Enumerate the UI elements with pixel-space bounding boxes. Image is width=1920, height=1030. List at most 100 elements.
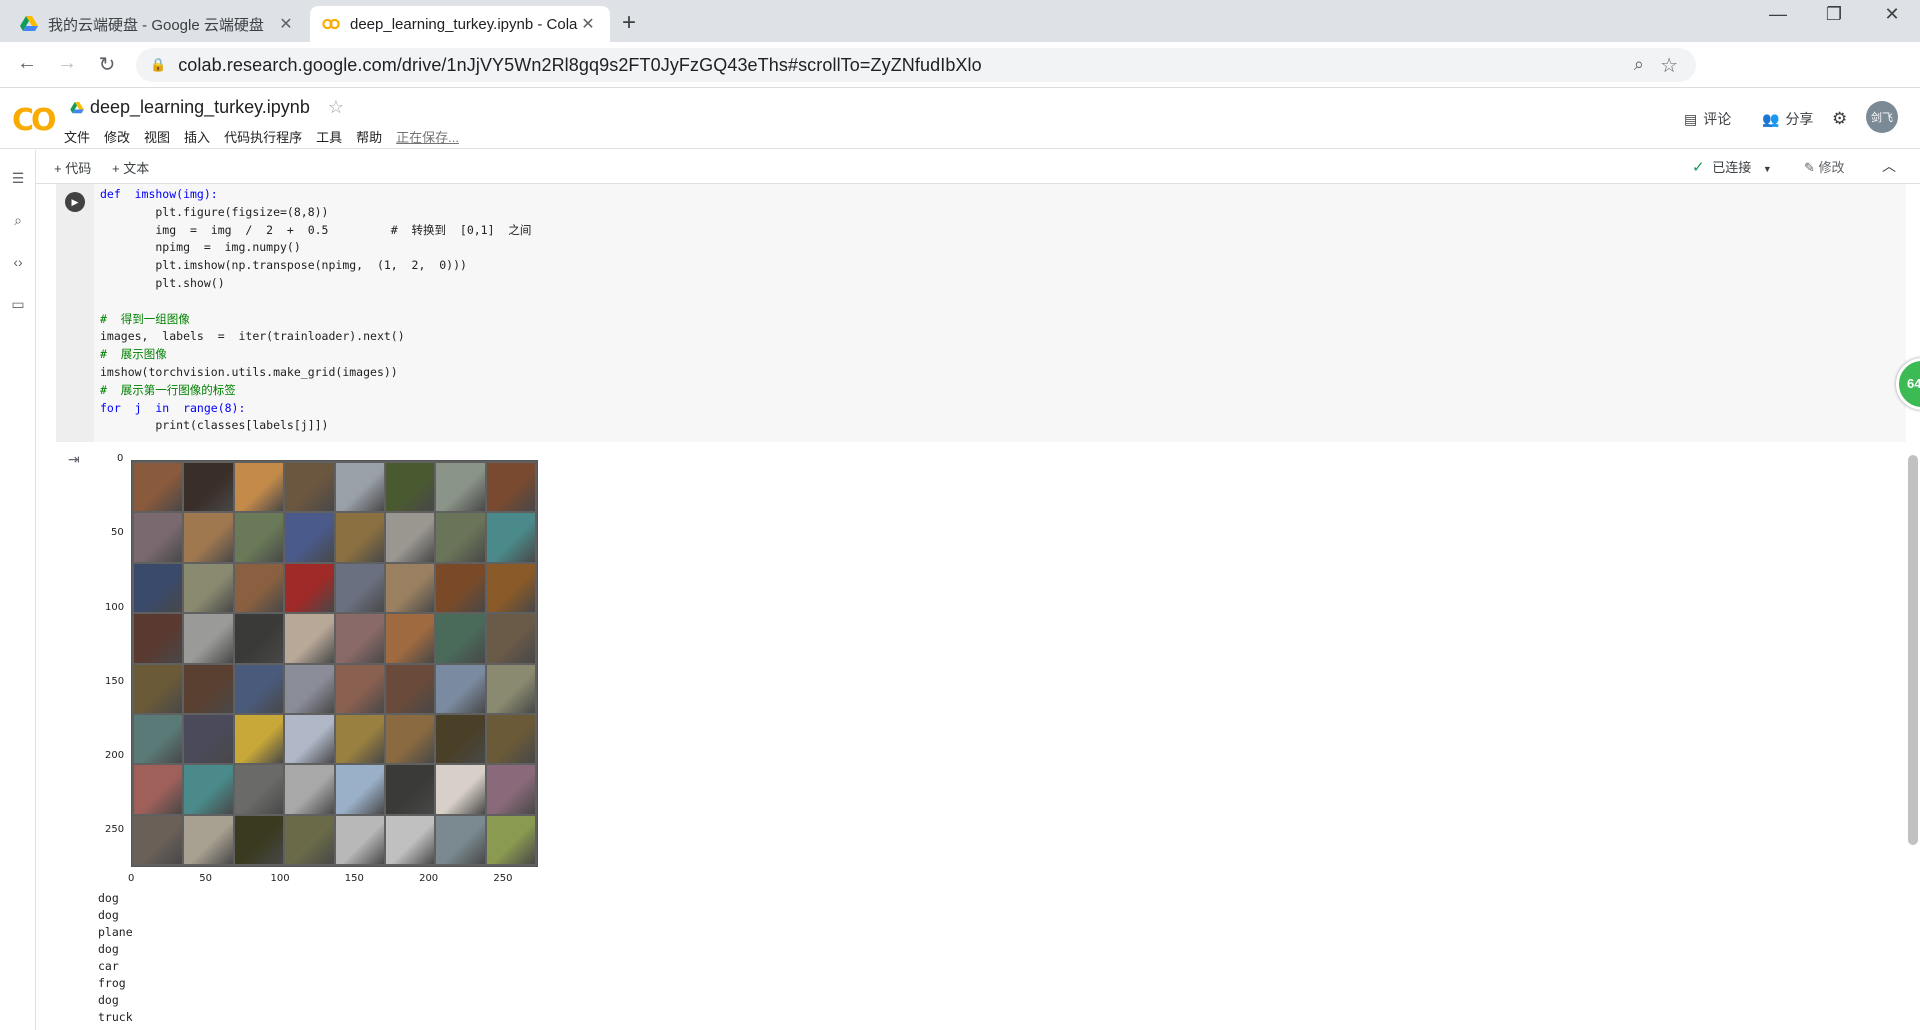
image-tile — [385, 463, 435, 512]
settings-gear-icon[interactable]: ⚙ — [1832, 109, 1847, 129]
image-tile — [184, 765, 233, 814]
x-tick-label: 0 — [128, 873, 135, 884]
image-tile — [486, 513, 535, 562]
notebook-toolbar: + 代码 + 文本 ✓ 已连接 ▼ ✎ 修改 ︿ — [0, 150, 1920, 184]
search-icon[interactable]: ⌕ — [9, 212, 27, 229]
x-tick-label: 250 — [493, 873, 513, 884]
image-tile — [285, 513, 334, 562]
comment-button[interactable]: ▤ 评论 — [1684, 109, 1731, 129]
back-icon[interactable]: ← — [14, 52, 40, 75]
google-drive-icon — [70, 101, 84, 113]
menu-insert[interactable]: 插入 — [184, 127, 210, 146]
image-tile — [486, 664, 535, 713]
colab-menubar: 文件 修改 视图 插入 代码执行程序 工具 帮助 正在保存... — [64, 127, 473, 146]
image-tile — [436, 765, 485, 814]
code-snippets-icon[interactable]: ‹› — [9, 254, 27, 270]
code-cell[interactable]: ▶ def imshow(img): plt.figure(figsize=(8… — [56, 184, 1906, 442]
window-close-icon[interactable]: ✕ — [1872, 4, 1912, 25]
image-tile — [486, 815, 535, 864]
code-line: print(classes[labels[j]]) — [100, 418, 329, 433]
browser-toolbar: ← → ↻ 🔒 colab.research.google.com/drive/… — [0, 42, 1920, 119]
add-text-button[interactable]: + 文本 — [112, 158, 149, 177]
image-tile — [134, 664, 183, 713]
image-tile — [335, 563, 384, 613]
edit-label: 修改 — [1818, 160, 1845, 175]
menu-runtime[interactable]: 代码执行程序 — [224, 127, 302, 146]
output-menu-icon[interactable]: ⇥ — [68, 451, 80, 468]
image-tile — [285, 563, 334, 613]
tab-google-drive[interactable]: 我的云端硬盘 - Google 云端硬盘 ✕ — [8, 6, 308, 42]
image-tile — [134, 563, 183, 613]
output-line: plane — [98, 925, 133, 939]
image-tile — [285, 714, 334, 764]
image-tile — [335, 714, 384, 764]
notebook-title[interactable]: deep_learning_turkey.ipynb — [90, 97, 310, 118]
x-tick-label: 100 — [270, 873, 290, 884]
new-tab-icon[interactable]: + — [622, 9, 636, 37]
reload-icon[interactable]: ↻ — [94, 52, 120, 77]
colab-logo[interactable]: CO — [12, 103, 56, 138]
output-line: dog — [98, 942, 119, 956]
close-tab-icon[interactable]: ✕ — [276, 14, 296, 34]
bookmark-star-icon[interactable]: ☆ — [1660, 53, 1678, 78]
y-tick-label: 150 — [105, 675, 125, 687]
runtime-status-button[interactable]: ✓ 已连接 ▼ — [1692, 157, 1772, 176]
image-tile — [285, 815, 334, 864]
menu-tools[interactable]: 工具 — [316, 127, 342, 146]
menu-help[interactable]: 帮助 — [356, 127, 382, 146]
scrollbar-thumb[interactable] — [1908, 455, 1918, 845]
image-tile — [134, 765, 183, 814]
image-tile — [134, 714, 183, 764]
image-tile — [486, 714, 535, 764]
files-folder-icon[interactable]: ▭ — [9, 296, 27, 313]
image-tile — [436, 714, 485, 764]
code-line: # 得到一组图像 — [100, 311, 190, 326]
close-tab-icon[interactable]: ✕ — [578, 14, 598, 34]
table-of-contents-icon[interactable]: ☰ — [9, 170, 27, 187]
restore-icon[interactable]: ❐ — [1814, 4, 1854, 25]
image-tile — [335, 664, 384, 713]
comment-icon: ▤ — [1684, 110, 1698, 127]
image-tile — [335, 815, 384, 864]
image-tile — [234, 714, 284, 764]
image-tile — [184, 513, 233, 562]
image-tile — [486, 463, 535, 512]
edit-button[interactable]: ✎ 修改 — [1804, 157, 1845, 176]
image-tile — [184, 714, 233, 764]
image-tile — [486, 563, 535, 613]
connection-status: 已连接 — [1712, 160, 1752, 175]
image-tile — [436, 463, 485, 512]
image-tile — [234, 664, 284, 713]
run-cell-button[interactable]: ▶ — [65, 192, 85, 212]
code-line: def imshow(img): — [100, 187, 218, 201]
add-code-button[interactable]: + 代码 — [54, 158, 91, 177]
share-button[interactable]: 👥 分享 — [1762, 109, 1813, 129]
output-line: frog — [98, 976, 126, 990]
menu-view[interactable]: 视图 — [144, 127, 170, 146]
save-status[interactable]: 正在保存... — [396, 127, 459, 146]
image-tile — [234, 513, 284, 562]
tab-colab-notebook[interactable]: deep_learning_turkey.ipynb - Colaborator… — [310, 6, 610, 42]
y-tick-label: 100 — [105, 601, 125, 613]
zoom-icon[interactable]: ⌕ — [1634, 54, 1644, 75]
address-bar[interactable]: 🔒 colab.research.google.com/drive/1nJjVY… — [136, 48, 1696, 82]
image-tile — [285, 765, 334, 814]
star-notebook-icon[interactable]: ☆ — [328, 97, 344, 118]
cell-gutter: ▶ — [56, 184, 94, 442]
image-tile — [385, 765, 435, 814]
menu-file[interactable]: 文件 — [64, 127, 90, 146]
tab-title: 我的云端硬盘 - Google 云端硬盘 — [48, 16, 264, 34]
user-avatar[interactable]: 剑飞 — [1866, 101, 1898, 133]
colab-header: CO deep_learning_turkey.ipynb ☆ 文件 修改 视图… — [0, 89, 1920, 149]
share-label: 分享 — [1785, 111, 1814, 127]
image-tile — [385, 714, 435, 764]
minimize-icon[interactable]: — — [1758, 4, 1798, 25]
check-icon: ✓ — [1692, 159, 1705, 176]
image-tile — [184, 614, 233, 663]
menu-edit[interactable]: 修改 — [104, 127, 130, 146]
forward-icon[interactable]: → — [54, 52, 80, 75]
code-line: # 展示图像 — [100, 347, 167, 362]
collapse-header-icon[interactable]: ︿ — [1882, 156, 1896, 176]
code-editor[interactable]: def imshow(img): plt.figure(figsize=(8,8… — [100, 186, 531, 435]
code-line: plt.show() — [100, 275, 225, 290]
